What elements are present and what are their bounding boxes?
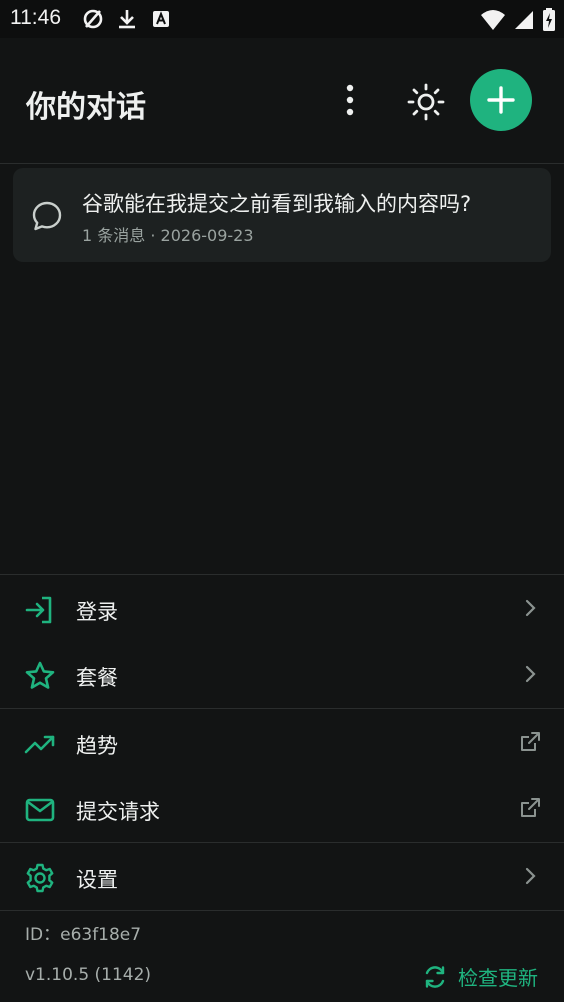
more-options-button[interactable]	[335, 83, 365, 117]
divider	[0, 708, 564, 709]
conversation-meta: 1 条消息 · 2026-09-23	[82, 226, 254, 245]
external-link-icon	[521, 798, 540, 817]
download-icon	[119, 10, 135, 29]
cell-signal-icon	[515, 11, 533, 29]
page-title: 你的对话	[26, 90, 146, 125]
check-update-label: 检查更新	[458, 966, 538, 990]
do-not-disturb-icon	[83, 9, 103, 29]
status-notification-icons	[82, 8, 172, 30]
external-link-icon	[521, 732, 540, 751]
refresh-icon	[425, 965, 445, 988]
menu-item-label: 提交请求	[76, 800, 160, 824]
login-icon	[25, 596, 52, 624]
chevron-right-icon	[525, 665, 536, 683]
menu-item-settings[interactable]: 设置	[0, 844, 564, 910]
menu-item-trends[interactable]: 趋势	[0, 710, 564, 776]
chevron-right-icon	[525, 867, 536, 885]
check-update-button[interactable]: 检查更新	[422, 962, 538, 991]
divider	[0, 574, 564, 575]
menu-item-label: 趋势	[76, 734, 118, 758]
divider	[0, 842, 564, 843]
sun-icon	[407, 83, 445, 121]
conversation-title: 谷歌能在我提交之前看到我输入的内容吗?	[82, 192, 472, 216]
plus-icon	[487, 86, 515, 114]
theme-toggle-button[interactable]	[406, 82, 446, 122]
status-system-icons	[480, 8, 556, 32]
menu-item-label: 设置	[76, 868, 118, 892]
menu-item-label: 套餐	[76, 666, 118, 690]
star-icon	[25, 661, 55, 689]
mail-icon	[25, 798, 55, 822]
status-bar: 11:46	[0, 0, 564, 38]
status-time: 11:46	[10, 6, 61, 29]
new-conversation-button[interactable]	[470, 69, 532, 131]
chat-bubble-icon	[32, 201, 62, 231]
menu-item-label: 登录	[76, 600, 118, 624]
chevron-right-icon	[525, 599, 536, 617]
battery-charging-icon	[543, 8, 555, 31]
more-vertical-icon	[346, 84, 354, 116]
app-header: 你的对话	[0, 38, 564, 164]
conversation-item[interactable]: 谷歌能在我提交之前看到我输入的内容吗? 1 条消息 · 2026-09-23	[13, 168, 551, 262]
gear-icon	[26, 863, 54, 893]
wifi-icon	[481, 10, 505, 30]
menu-item-plans[interactable]: 套餐	[0, 642, 564, 708]
divider	[0, 910, 564, 911]
version-text: v1.10.5 (1142)	[25, 965, 152, 985]
menu-item-submit-request[interactable]: 提交请求	[0, 776, 564, 842]
menu-item-login[interactable]: 登录	[0, 576, 564, 642]
user-id-text: ID：e63f18e7	[25, 925, 142, 945]
app-notification-icon	[153, 11, 169, 27]
trending-up-icon	[24, 735, 55, 754]
